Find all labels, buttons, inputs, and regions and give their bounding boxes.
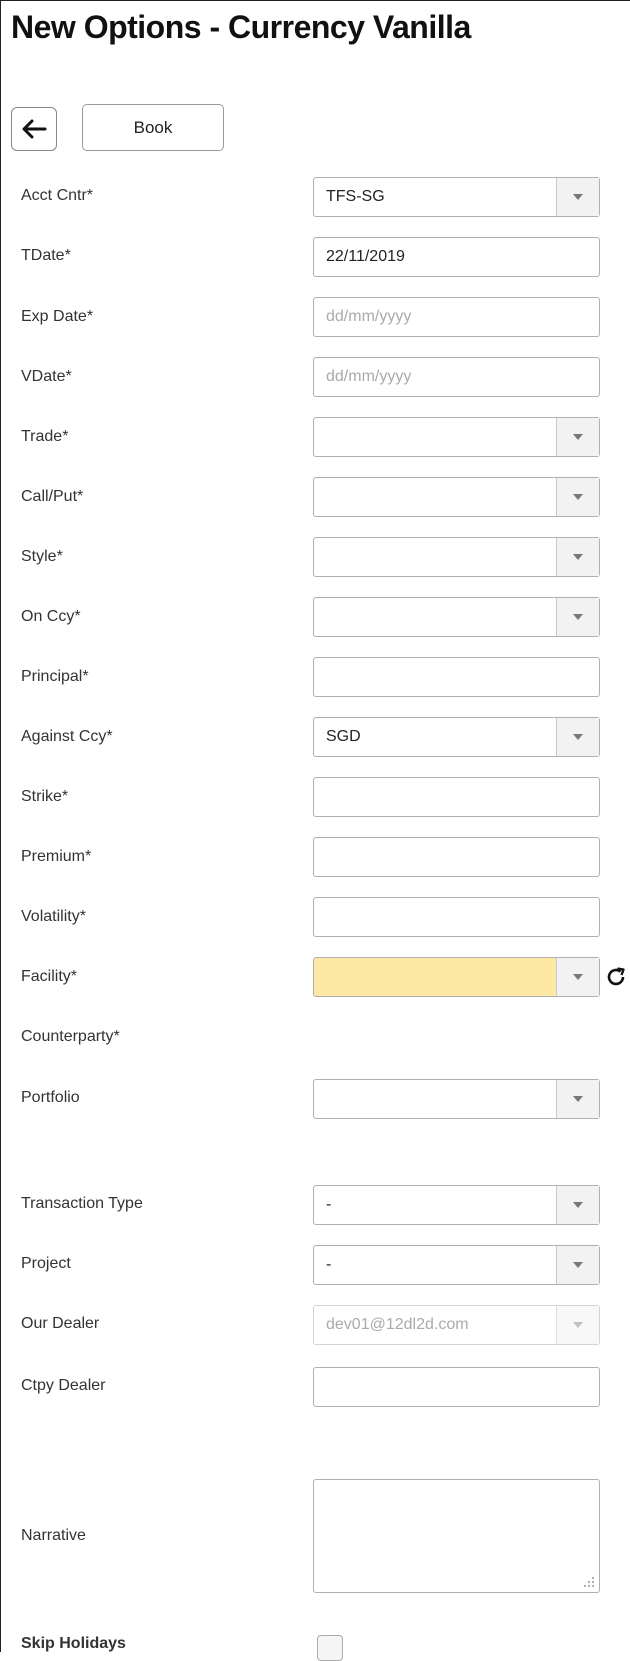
- principal-input[interactable]: [313, 657, 600, 697]
- call-put-select[interactable]: [313, 477, 600, 517]
- trade-label: Trade*: [21, 428, 69, 445]
- refresh-icon[interactable]: [603, 963, 629, 991]
- portfolio-select[interactable]: [313, 1079, 600, 1119]
- transaction-type-select[interactable]: -: [313, 1185, 600, 1225]
- tdate-value: 22/11/2019: [326, 248, 405, 265]
- transaction-type-label: Transaction Type: [21, 1195, 143, 1212]
- skip-holidays-checkbox[interactable]: [317, 1635, 343, 1661]
- chevron-down-icon: [556, 1306, 599, 1344]
- chevron-down-icon[interactable]: [556, 178, 599, 216]
- trade-select[interactable]: [313, 417, 600, 457]
- exp-date-input[interactable]: dd/mm/yyyy: [313, 297, 600, 337]
- against-ccy-select[interactable]: SGD: [313, 717, 600, 757]
- call-put-label: Call/Put*: [21, 488, 84, 505]
- tdate-input[interactable]: 22/11/2019: [313, 237, 600, 277]
- chevron-down-icon[interactable]: [556, 1080, 599, 1118]
- exp-date-placeholder: dd/mm/yyyy: [326, 308, 412, 325]
- arrow-left-icon: [22, 119, 47, 139]
- project-select[interactable]: -: [313, 1245, 600, 1285]
- against-ccy-value: SGD: [326, 728, 361, 745]
- our-dealer-label: Our Dealer: [21, 1315, 100, 1332]
- project-value: -: [326, 1256, 332, 1273]
- facility-select[interactable]: [313, 957, 600, 997]
- style-select[interactable]: [313, 537, 600, 577]
- our-dealer-select: dev01@12dl2d.com: [313, 1305, 600, 1345]
- principal-label: Principal*: [21, 668, 89, 685]
- premium-label: Premium*: [21, 848, 92, 865]
- tdate-label: TDate*: [21, 247, 71, 264]
- chevron-down-icon[interactable]: [556, 538, 599, 576]
- against-ccy-label: Against Ccy*: [21, 728, 113, 745]
- strike-input[interactable]: [313, 777, 600, 817]
- resize-grip-icon[interactable]: [583, 1576, 595, 1588]
- style-label: Style*: [21, 548, 63, 565]
- narrative-label: Narrative: [21, 1527, 86, 1544]
- chevron-down-icon[interactable]: [556, 1246, 599, 1284]
- volatility-input[interactable]: [313, 897, 600, 937]
- vdate-placeholder: dd/mm/yyyy: [326, 368, 412, 385]
- acct-cntr-label: Acct Cntr*: [21, 187, 94, 204]
- back-button[interactable]: [11, 107, 57, 151]
- chevron-down-icon[interactable]: [556, 718, 599, 756]
- facility-label: Facility*: [21, 968, 78, 985]
- chevron-down-icon[interactable]: [556, 418, 599, 456]
- on-ccy-label: On Ccy*: [21, 608, 81, 625]
- strike-label: Strike*: [21, 788, 69, 805]
- on-ccy-select[interactable]: [313, 597, 600, 637]
- vdate-label: VDate*: [21, 368, 72, 385]
- chevron-down-icon[interactable]: [556, 1186, 599, 1224]
- skip-holidays-label: Skip Holidays: [21, 1635, 126, 1652]
- acct-cntr-select[interactable]: TFS-SG: [313, 177, 600, 217]
- page-title: New Options - Currency Vanilla: [11, 9, 471, 45]
- our-dealer-value: dev01@12dl2d.com: [326, 1316, 469, 1333]
- chevron-down-icon[interactable]: [556, 598, 599, 636]
- transaction-type-value: -: [326, 1196, 332, 1213]
- form-window: New Options - Currency Vanilla Book Acct…: [0, 0, 630, 1661]
- chevron-down-icon[interactable]: [556, 478, 599, 516]
- narrative-textarea[interactable]: [313, 1479, 600, 1593]
- acct-cntr-value: TFS-SG: [326, 188, 385, 205]
- chevron-down-icon[interactable]: [556, 958, 599, 996]
- ctpy-dealer-input[interactable]: [313, 1367, 600, 1407]
- portfolio-label: Portfolio: [21, 1089, 80, 1106]
- book-button[interactable]: Book: [82, 104, 224, 151]
- project-label: Project: [21, 1255, 71, 1272]
- counterparty-label: Counterparty*: [21, 1028, 120, 1045]
- exp-date-label: Exp Date*: [21, 308, 94, 325]
- ctpy-dealer-label: Ctpy Dealer: [21, 1377, 106, 1394]
- premium-input[interactable]: [313, 837, 600, 877]
- vdate-input[interactable]: dd/mm/yyyy: [313, 357, 600, 397]
- volatility-label: Volatility*: [21, 908, 86, 925]
